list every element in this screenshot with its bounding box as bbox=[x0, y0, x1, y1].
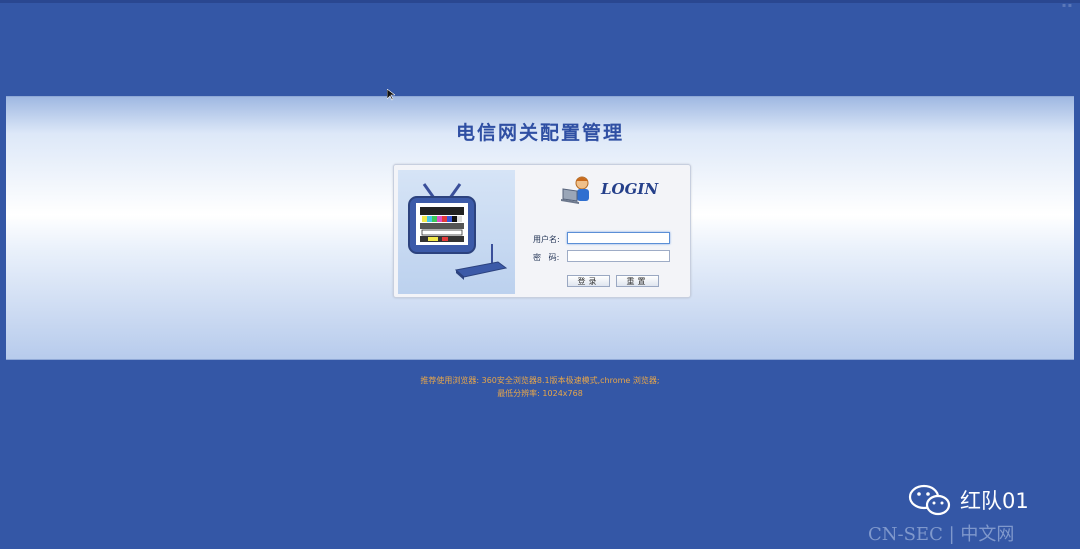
login-panel: LOGIN 用户名: 密 码: 登录 重置 bbox=[393, 164, 691, 298]
login-header: LOGIN bbox=[557, 175, 687, 205]
password-input[interactable] bbox=[567, 250, 670, 262]
wechat-icon bbox=[908, 484, 951, 516]
watermark: 红队01 bbox=[908, 483, 1029, 517]
watermark-site: CN-SEC | 中文网 bbox=[868, 524, 1015, 545]
resolution-note: 最低分辨率: 1024x768 bbox=[497, 389, 583, 398]
password-label: 密 码: bbox=[533, 253, 560, 262]
reset-button[interactable]: 重置 bbox=[616, 275, 659, 287]
username-label: 用户名: bbox=[533, 235, 560, 244]
tv-router-icon bbox=[408, 183, 508, 280]
mouse-cursor-icon bbox=[387, 89, 395, 101]
window-control-icons: ▪ ▪ bbox=[1061, 2, 1072, 9]
login-button[interactable]: 登录 bbox=[567, 275, 610, 287]
page-title: 电信网关配置管理 bbox=[455, 122, 624, 144]
window-top-edge bbox=[0, 0, 1080, 3]
watermark-account: 红队01 bbox=[960, 489, 1029, 513]
tv-router-illustration bbox=[398, 170, 515, 294]
user-laptop-icon bbox=[561, 176, 589, 204]
username-input[interactable] bbox=[567, 232, 670, 244]
login-heading: LOGIN bbox=[601, 180, 659, 198]
browser-recommendation: 推荐使用浏览器: 360安全浏览器8.1版本极速模式,chrome 浏览器; bbox=[420, 376, 660, 385]
